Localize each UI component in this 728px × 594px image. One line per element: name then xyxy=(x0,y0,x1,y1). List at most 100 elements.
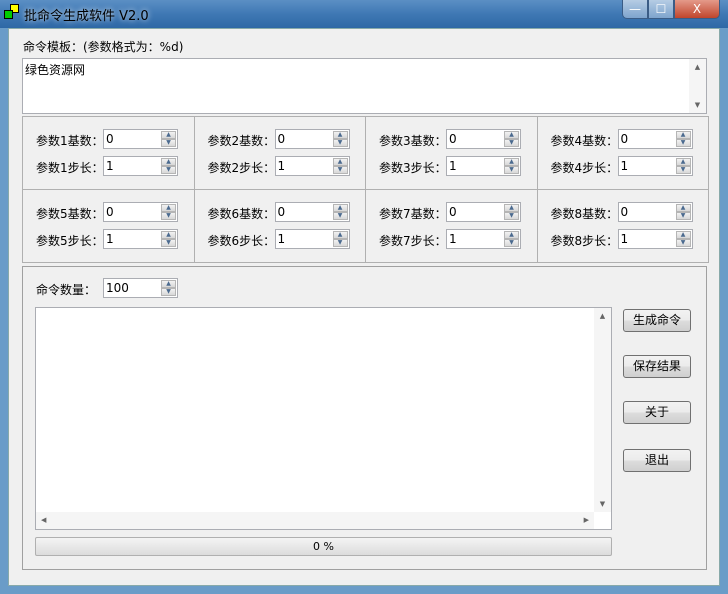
spin-down-icon[interactable]: ▼ xyxy=(161,239,176,247)
param-8-step-value: 1 xyxy=(620,232,629,246)
spin-up-icon[interactable]: ▲ xyxy=(332,204,348,212)
param-7-step-value: 1 xyxy=(449,232,457,246)
spin-up-icon[interactable]: ▲ xyxy=(332,131,348,139)
param-8-step-label: 参数8步长： xyxy=(550,234,619,248)
count-spinner[interactable]: 100 ▲ ▼ xyxy=(103,278,178,298)
param-5-base-value: 0 xyxy=(106,205,114,219)
param-2-base-value: 0 xyxy=(277,132,286,146)
template-scrollbar[interactable]: ▲ ▼ xyxy=(689,59,706,113)
param-6-base-spinner[interactable]: 0 ▲ ▼ xyxy=(274,202,350,222)
scroll-down-icon[interactable]: ▼ xyxy=(689,101,706,109)
param-1-step-spinner[interactable]: 1 ▲ ▼ xyxy=(103,156,178,176)
param-6-base-label: 参数6基数： xyxy=(207,207,276,221)
spin-up-icon[interactable]: ▲ xyxy=(504,231,519,239)
param-5-step-label: 参数5步长： xyxy=(36,234,104,248)
scroll-right-icon[interactable]: ▶ xyxy=(584,512,589,529)
param-3-base-value: 0 xyxy=(449,132,457,146)
spin-down-icon[interactable]: ▼ xyxy=(332,166,348,174)
spin-up-icon[interactable]: ▲ xyxy=(161,131,176,139)
window-title: 批命令生成软件 V2.0 xyxy=(24,9,149,24)
param-cell-2: 参数2基数： 0 ▲ ▼ 参数2步长： 1 ▲ ▼ xyxy=(193,116,366,190)
spin-up-icon[interactable]: ▲ xyxy=(161,204,176,212)
spin-up-icon[interactable]: ▲ xyxy=(675,158,691,166)
spin-down-icon[interactable]: ▼ xyxy=(504,166,519,174)
about-button[interactable]: 关于 xyxy=(623,401,691,424)
scroll-down-icon[interactable]: ▼ xyxy=(594,500,611,508)
param-3-base-spinner[interactable]: 0 ▲ ▼ xyxy=(446,129,521,149)
param-cell-7: 参数7基数： 0 ▲ ▼ 参数7步长： 1 ▲ ▼ xyxy=(365,189,538,263)
param-7-base-spinner[interactable]: 0 ▲ ▼ xyxy=(446,202,521,222)
param-6-step-spinner[interactable]: 1 ▲ ▼ xyxy=(274,229,350,249)
spin-down-icon[interactable]: ▼ xyxy=(504,239,519,247)
param-8-base-spinner[interactable]: 0 ▲ ▼ xyxy=(617,202,693,222)
param-cell-8: 参数8基数： 0 ▲ ▼ 参数8步长： 1 ▲ ▼ xyxy=(536,189,709,263)
param-2-step-value: 1 xyxy=(277,159,286,173)
output-vscrollbar[interactable]: ▲ ▼ xyxy=(594,308,611,512)
param-4-step-spinner[interactable]: 1 ▲ ▼ xyxy=(617,156,693,176)
param-2-step-spinner[interactable]: 1 ▲ ▼ xyxy=(274,156,350,176)
spin-up-icon[interactable]: ▲ xyxy=(675,231,691,239)
param-5-step-spinner[interactable]: 1 ▲ ▼ xyxy=(103,229,178,249)
template-label: 命令模板：(参数格式为：%d) xyxy=(23,40,184,54)
progress-bar: 0 % xyxy=(35,537,612,556)
spin-up-icon[interactable]: ▲ xyxy=(504,158,519,166)
spin-down-icon[interactable]: ▼ xyxy=(161,166,176,174)
title-bar[interactable]: 批命令生成软件 V2.0 — ☐ X xyxy=(0,0,728,28)
spin-up-icon[interactable]: ▲ xyxy=(332,231,348,239)
exit-button[interactable]: 退出 xyxy=(623,449,691,472)
template-input[interactable]: 绿色资源网 ▲ ▼ xyxy=(22,58,707,114)
spin-down-icon[interactable]: ▼ xyxy=(161,212,176,220)
spin-down-icon[interactable]: ▼ xyxy=(675,166,691,174)
param-6-step-value: 1 xyxy=(277,232,286,246)
output-group: 命令数量： 100 ▲ ▼ ▲ ▼ ◀ ▶ 生成命令 保存结果 关于 退出 0 % xyxy=(22,266,707,570)
param-2-base-spinner[interactable]: 0 ▲ ▼ xyxy=(274,129,350,149)
spin-down-icon[interactable]: ▼ xyxy=(161,288,176,296)
scroll-up-icon[interactable]: ▲ xyxy=(594,312,611,320)
param-3-step-spinner[interactable]: 1 ▲ ▼ xyxy=(446,156,521,176)
spin-down-icon[interactable]: ▼ xyxy=(675,139,691,147)
param-7-base-label: 参数7基数： xyxy=(379,207,447,221)
param-cell-4: 参数4基数： 0 ▲ ▼ 参数4步长： 1 ▲ ▼ xyxy=(536,116,709,190)
param-8-step-spinner[interactable]: 1 ▲ ▼ xyxy=(617,229,693,249)
spin-down-icon[interactable]: ▼ xyxy=(161,139,176,147)
output-textarea[interactable]: ▲ ▼ ◀ ▶ xyxy=(35,307,612,530)
param-7-step-label: 参数7步长： xyxy=(379,234,447,248)
spin-up-icon[interactable]: ▲ xyxy=(332,158,348,166)
spin-down-icon[interactable]: ▼ xyxy=(332,239,348,247)
spin-down-icon[interactable]: ▼ xyxy=(675,239,691,247)
param-4-base-spinner[interactable]: 0 ▲ ▼ xyxy=(617,129,693,149)
spin-down-icon[interactable]: ▼ xyxy=(332,212,348,220)
minimize-button[interactable]: — xyxy=(622,0,648,19)
spin-down-icon[interactable]: ▼ xyxy=(675,212,691,220)
spin-up-icon[interactable]: ▲ xyxy=(504,204,519,212)
spin-up-icon[interactable]: ▲ xyxy=(161,280,176,288)
scroll-up-icon[interactable]: ▲ xyxy=(689,63,706,71)
spin-up-icon[interactable]: ▲ xyxy=(161,231,176,239)
spin-down-icon[interactable]: ▼ xyxy=(504,139,519,147)
close-button[interactable]: X xyxy=(674,0,720,19)
param-7-step-spinner[interactable]: 1 ▲ ▼ xyxy=(446,229,521,249)
param-cell-5: 参数5基数： 0 ▲ ▼ 参数5步长： 1 ▲ ▼ xyxy=(22,189,195,263)
param-1-base-spinner[interactable]: 0 ▲ ▼ xyxy=(103,129,178,149)
param-1-base-label: 参数1基数： xyxy=(36,134,104,148)
save-button[interactable]: 保存结果 xyxy=(623,355,691,378)
output-hscrollbar[interactable]: ◀ ▶ xyxy=(36,512,594,529)
app-icon xyxy=(4,4,20,20)
param-5-step-value: 1 xyxy=(106,232,114,246)
spin-down-icon[interactable]: ▼ xyxy=(332,139,348,147)
spin-up-icon[interactable]: ▲ xyxy=(504,131,519,139)
spin-up-icon[interactable]: ▲ xyxy=(675,131,691,139)
spin-down-icon[interactable]: ▼ xyxy=(504,212,519,220)
param-4-step-label: 参数4步长： xyxy=(550,161,619,175)
param-1-step-value: 1 xyxy=(106,159,114,173)
param-cell-3: 参数3基数： 0 ▲ ▼ 参数3步长： 1 ▲ ▼ xyxy=(365,116,538,190)
param-cell-6: 参数6基数： 0 ▲ ▼ 参数6步长： 1 ▲ ▼ xyxy=(193,189,366,263)
param-5-base-spinner[interactable]: 0 ▲ ▼ xyxy=(103,202,178,222)
generate-button[interactable]: 生成命令 xyxy=(623,309,691,332)
param-3-step-label: 参数3步长： xyxy=(379,161,447,175)
scroll-left-icon[interactable]: ◀ xyxy=(41,512,46,529)
count-label: 命令数量： xyxy=(36,283,97,297)
spin-up-icon[interactable]: ▲ xyxy=(675,204,691,212)
spin-up-icon[interactable]: ▲ xyxy=(161,158,176,166)
maximize-button[interactable]: ☐ xyxy=(648,0,674,19)
